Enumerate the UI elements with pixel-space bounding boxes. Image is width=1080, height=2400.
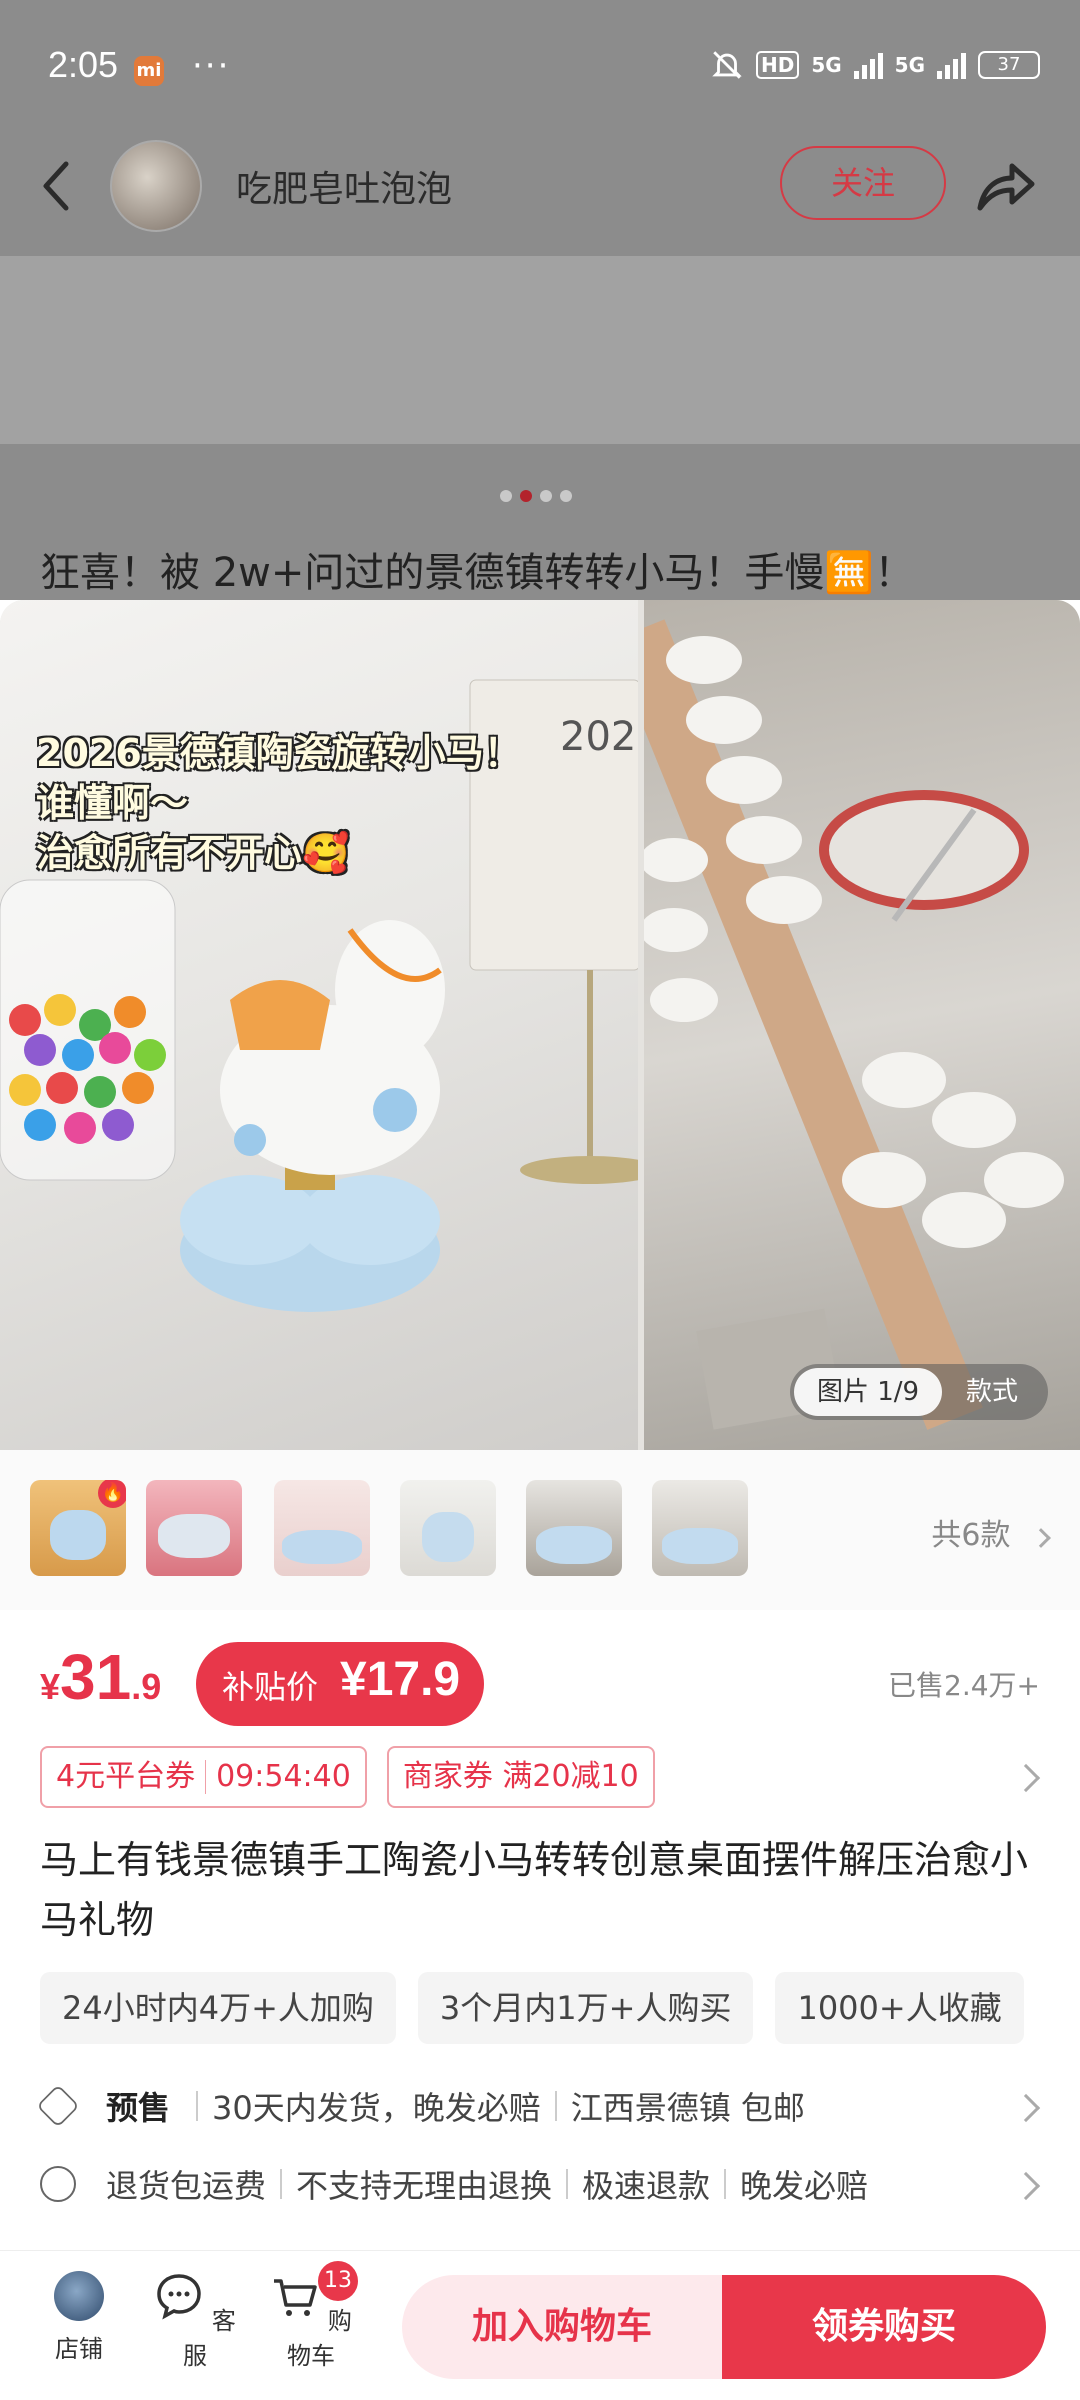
price-integer: 31 xyxy=(60,1641,132,1713)
add-to-cart-button[interactable]: 加入购物车 xyxy=(402,2275,722,2379)
hot-flame-icon: 🔥 xyxy=(98,1480,126,1508)
tag-cart-adds: 24小时内4万+人加购 xyxy=(40,1972,396,2044)
product-gallery[interactable]: 2026 2026景德镇陶瓷旋转小马！ xyxy=(0,600,1080,1450)
box-icon xyxy=(36,2084,80,2128)
tag-purchases: 3个月内1万+人购买 xyxy=(417,1972,754,2044)
store-label: 店铺 xyxy=(55,2335,103,2363)
guarantee-1: 退货包运费 xyxy=(106,2167,267,2205)
workshop-photo-illustration xyxy=(608,619,1064,1430)
post-image-banner xyxy=(0,256,1080,444)
coupon-chevron-icon[interactable] xyxy=(1011,1763,1041,1793)
price-row: ¥31.9 补贴价 ¥17.9 已售2.4万+ xyxy=(0,1612,1080,1732)
gallery-overlay-text: 2026景德镇陶瓷旋转小马！ 谁懂啊～ 治愈所有不开心🥰 xyxy=(36,728,522,878)
subsidy-price-badge: 补贴价 ¥17.9 xyxy=(196,1642,484,1726)
bottom-action-bar: 店铺 客服 购物车 13 加入购物车 领券购买 xyxy=(0,2250,1080,2400)
variant-thumb-4[interactable] xyxy=(400,1480,496,1576)
author-avatar[interactable] xyxy=(110,140,202,232)
follow-button[interactable]: 关注 xyxy=(780,146,946,220)
chevron-right-icon xyxy=(1031,1528,1051,1548)
sold-count: 已售2.4万+ xyxy=(888,1669,1040,1702)
store-button[interactable]: 店铺 xyxy=(34,2271,124,2364)
product-title: 马上有钱景德镇手工陶瓷小马转转创意桌面摆件解压治愈小马礼物 xyxy=(40,1838,1029,1942)
subsidy-label: 补贴价 xyxy=(222,1668,319,1706)
platform-coupon-timer: 09:54:40 xyxy=(216,1759,351,1794)
product-image-secondary[interactable] xyxy=(608,600,1080,1450)
bell-muted-icon xyxy=(712,51,742,79)
signal-icon-2 xyxy=(937,51,966,79)
platform-coupon-label: 4元平台券 xyxy=(56,1759,196,1794)
merchant-coupon[interactable]: 商家券 满20减10 xyxy=(386,1746,655,1808)
chat-bubble-icon xyxy=(157,2274,201,2320)
variant-thumb-6[interactable] xyxy=(652,1480,748,1576)
variant-thumb-2[interactable] xyxy=(146,1480,242,1576)
guarantee-2: 不支持无理由退换 xyxy=(296,2167,553,2205)
style-toggle[interactable]: 款式 xyxy=(966,1364,1018,1420)
mi-icon: mi xyxy=(134,56,164,86)
overlay-line-1: 2026景德镇陶瓷旋转小马！ xyxy=(36,731,522,775)
original-price: ¥31.9 xyxy=(40,1640,161,1714)
presale-label: 预售 xyxy=(106,2089,171,2127)
overlay-line-3: 治愈所有不开心🥰 xyxy=(36,831,350,875)
variants-count: 共6款 xyxy=(931,1518,1011,1553)
post-title: 狂喜！被 2w+问过的景德镇转转小马！手慢🈚！ xyxy=(40,550,915,596)
overlay-line-2: 谁懂啊～ xyxy=(36,781,189,825)
svg-text:2026: 2026 xyxy=(560,714,638,760)
guarantee-3: 极速退款 xyxy=(582,2167,711,2205)
status-bar: 2:05 mi ··· HD 5G 5G 37 xyxy=(0,0,1080,130)
product-image-main[interactable]: 2026 2026景德镇陶瓷旋转小马！ xyxy=(0,600,662,1450)
back-arrow-icon[interactable] xyxy=(36,156,76,216)
coupon-row[interactable]: 4元平台券 09:54:40 商家券 满20减10 xyxy=(40,1746,655,1808)
variant-thumbnails: 🔥 共6款 xyxy=(0,1450,1080,1610)
share-icon[interactable] xyxy=(970,150,1040,220)
image-counter-page: 图片 1/9 xyxy=(794,1368,942,1416)
network-label-1: 5G xyxy=(811,53,842,77)
variant-thumb-5[interactable] xyxy=(526,1480,622,1576)
cart-button[interactable]: 购物车 13 xyxy=(266,2261,358,2371)
guarantee-row[interactable]: 退货包运费 不支持无理由退换 极速退款 晚发必赔 xyxy=(40,2154,1040,2214)
network-label-2: 5G xyxy=(894,53,925,77)
popularity-tags: 24小时内4万+人加购 3个月内1万+人购买 1000+人收藏 xyxy=(40,1972,1024,2044)
top-bar: 吃肥皂吐泡泡 关注 xyxy=(0,130,1080,250)
battery-icon: 37 xyxy=(978,51,1040,79)
guarantee-4: 晚发必赔 xyxy=(740,2167,869,2205)
platform-coupon[interactable]: 4元平台券 09:54:40 xyxy=(40,1746,367,1808)
variant-thumb-3[interactable] xyxy=(274,1480,370,1576)
image-counter[interactable]: 图片 1/9 款式 xyxy=(790,1364,1048,1420)
more-dots-icon: ··· xyxy=(192,46,231,86)
shield-check-icon xyxy=(40,2166,76,2202)
ship-origin: 江西景德镇 包邮 xyxy=(570,2089,805,2127)
presale-detail: 30天内发货，晚发必赔 xyxy=(212,2089,541,2127)
shipping-info-row[interactable]: 预售 30天内发货，晚发必赔 江西景德镇 包邮 xyxy=(36,2076,1040,2136)
hd-icon: HD xyxy=(755,51,800,79)
signal-icon xyxy=(853,51,883,79)
merchant-coupon-label: 商家券 满20减10 xyxy=(402,1759,639,1794)
variant-thumb-1[interactable]: 🔥 xyxy=(30,1480,126,1576)
status-time: 2:05 xyxy=(48,44,119,85)
buy-with-coupon-button[interactable]: 领券购买 xyxy=(722,2275,1046,2379)
author-name[interactable]: 吃肥皂吐泡泡 xyxy=(236,160,452,212)
store-avatar-icon xyxy=(54,2271,104,2321)
shopping-cart-icon xyxy=(274,2279,317,2316)
tag-favorites: 1000+人收藏 xyxy=(775,1972,1024,2044)
variants-count-link[interactable]: 共6款 xyxy=(931,1510,1051,1554)
subsidy-value: ¥17.9 xyxy=(340,1653,461,1706)
image-pager-dots xyxy=(500,490,572,502)
price-currency: ¥ xyxy=(40,1666,61,1707)
price-decimal: .9 xyxy=(131,1666,162,1707)
cart-count-badge: 13 xyxy=(318,2261,358,2301)
customer-service-button[interactable]: 客服 xyxy=(150,2271,240,2371)
